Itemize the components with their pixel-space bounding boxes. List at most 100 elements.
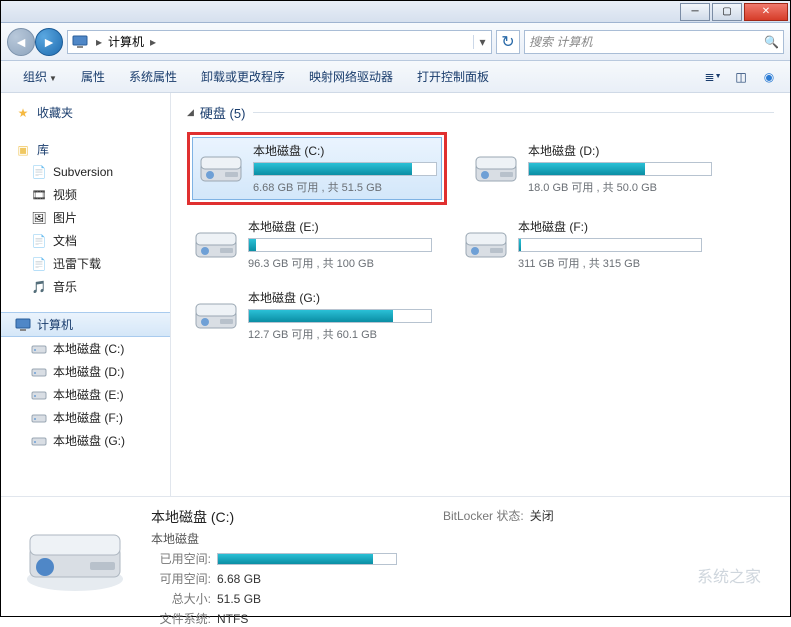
total-size-label: 总大小: — [151, 590, 211, 607]
sidebar-libraries[interactable]: ▣ 库 — [1, 138, 170, 161]
drive-stat: 6.68 GB 可用 , 共 51.5 GB — [253, 179, 437, 195]
drive-icon — [197, 149, 245, 189]
computer-icon — [70, 32, 90, 52]
drive-item[interactable]: 本地磁盘 (G:)12.7 GB 可用 , 共 60.1 GB — [187, 284, 437, 347]
sidebar-drive-item[interactable]: 本地磁盘 (E:) — [1, 383, 170, 406]
collapse-icon: ◢ — [187, 107, 194, 118]
drive-item[interactable]: 本地磁盘 (C:)6.68 GB 可用 , 共 51.5 GB — [192, 137, 442, 200]
sidebar-library-item[interactable]: 📄 Subversion — [1, 161, 170, 183]
details-title: 本地磁盘 (C:) — [151, 507, 397, 527]
computer-icon — [15, 317, 31, 333]
sidebar-library-item[interactable]: 📄 迅雷下载 — [1, 252, 170, 275]
sidebar-drive-item[interactable]: 本地磁盘 (D:) — [1, 360, 170, 383]
drive-grid: 本地磁盘 (C:)6.68 GB 可用 , 共 51.5 GB 本地磁盘 (D:)… — [187, 132, 774, 347]
maximize-button[interactable]: ▢ — [712, 3, 742, 21]
library-item-label: Subversion — [53, 165, 113, 179]
sidebar-drive-label: 本地磁盘 (E:) — [53, 386, 124, 403]
disk-icon — [31, 341, 47, 357]
disk-icon — [31, 387, 47, 403]
drive-usage-bar — [248, 238, 432, 252]
sidebar-drive-label: 本地磁盘 (D:) — [53, 363, 124, 380]
drive-usage-bar — [253, 162, 437, 176]
disk-icon — [31, 364, 47, 380]
bitlocker-value: 关闭 — [530, 507, 554, 524]
details-subtitle: 本地磁盘 — [151, 530, 397, 547]
breadcrumb[interactable]: ▸ 计算机 ▸ ▾ — [67, 30, 492, 54]
bitlocker-label: BitLocker 状态: — [443, 507, 524, 524]
preview-pane-icon[interactable]: ◫ — [730, 67, 752, 87]
total-size-value: 51.5 GB — [217, 592, 261, 606]
search-icon: 🔍 — [764, 35, 779, 49]
group-label: 硬盘 (5) — [200, 103, 246, 122]
drive-body: 本地磁盘 (G:)12.7 GB 可用 , 共 60.1 GB — [248, 289, 432, 342]
crumb-dropdown-icon[interactable]: ▾ — [473, 35, 491, 49]
uninstall-button[interactable]: 卸载或更改程序 — [189, 64, 297, 89]
titlebar: ─ ▢ ✕ — [1, 1, 790, 23]
library-item-icon: 📄 — [31, 164, 47, 180]
drive-item[interactable]: 本地磁盘 (F:)311 GB 可用 , 共 315 GB — [457, 213, 707, 276]
filesystem-value: NTFS — [217, 612, 248, 626]
map-drive-button[interactable]: 映射网络驱动器 — [297, 64, 405, 89]
details-info: 本地磁盘 (C:) 本地磁盘 已用空间: 可用空间: 6.68 GB 总大小: … — [151, 507, 397, 606]
library-item-icon: 📄 — [31, 256, 47, 272]
help-icon[interactable]: ◉ — [758, 67, 780, 87]
navbar: ◄ ► ▸ 计算机 ▸ ▾ ↻ 搜索 计算机 🔍 — [1, 23, 790, 61]
crumb-sep-icon: ▸ — [146, 35, 160, 49]
group-header[interactable]: ◢ 硬盘 (5) — [187, 103, 774, 122]
drive-usage-bar — [248, 309, 432, 323]
sidebar-drive-item[interactable]: 本地磁盘 (G:) — [1, 429, 170, 452]
sidebar-favorites[interactable]: ★ 收藏夹 — [1, 101, 170, 124]
details-drive-icon — [15, 507, 135, 606]
details-pane: 本地磁盘 (C:) 本地磁盘 已用空间: 可用空间: 6.68 GB 总大小: … — [1, 496, 790, 616]
refresh-button[interactable]: ↻ — [496, 30, 520, 54]
search-input[interactable]: 搜索 计算机 🔍 — [524, 30, 784, 54]
properties-button[interactable]: 属性 — [69, 64, 117, 89]
drive-item[interactable]: 本地磁盘 (D:)18.0 GB 可用 , 共 50.0 GB — [467, 132, 717, 205]
organize-menu[interactable]: 组织▼ — [11, 64, 69, 89]
forward-button[interactable]: ► — [35, 28, 63, 56]
crumb-computer[interactable]: 计算机 — [106, 33, 146, 50]
library-item-icon: 🎵 — [31, 279, 47, 295]
drive-stat: 311 GB 可用 , 共 315 GB — [518, 255, 702, 271]
content-pane: ◢ 硬盘 (5) 本地磁盘 (C:)6.68 GB 可用 , 共 51.5 GB… — [171, 93, 790, 496]
library-item-label: 迅雷下载 — [53, 255, 101, 272]
drive-item[interactable]: 本地磁盘 (E:)96.3 GB 可用 , 共 100 GB — [187, 213, 437, 276]
drive-stat: 12.7 GB 可用 , 共 60.1 GB — [248, 326, 432, 342]
library-item-icon: 🎞 — [31, 187, 47, 203]
minimize-button[interactable]: ─ — [680, 3, 710, 21]
sidebar-computer-group: 计算机 本地磁盘 (C:) 本地磁盘 (D:) 本地磁盘 (E:) 本地磁盘 (F:)… — [1, 312, 170, 452]
used-space-label: 已用空间: — [151, 550, 211, 567]
sidebar-drive-item[interactable]: 本地磁盘 (C:) — [1, 337, 170, 360]
sidebar-computer[interactable]: 计算机 — [1, 312, 170, 337]
drive-icon — [462, 225, 510, 265]
close-button[interactable]: ✕ — [744, 3, 788, 21]
system-properties-button[interactable]: 系统属性 — [117, 64, 189, 89]
drive-icon — [192, 225, 240, 265]
sidebar-drive-item[interactable]: 本地磁盘 (F:) — [1, 406, 170, 429]
sidebar-drive-label: 本地磁盘 (F:) — [53, 409, 123, 426]
libraries-icon: ▣ — [15, 142, 31, 158]
back-button[interactable]: ◄ — [7, 28, 35, 56]
control-panel-button[interactable]: 打开控制面板 — [405, 64, 501, 89]
sidebar-drive-label: 本地磁盘 (G:) — [53, 432, 125, 449]
sidebar-library-item[interactable]: 🎞视频 — [1, 183, 170, 206]
library-item-label: 图片 — [53, 209, 77, 226]
view-options-icon[interactable]: ≣▼ — [702, 67, 724, 87]
sidebar-library-item[interactable]: 📄文档 — [1, 229, 170, 252]
sidebar-favorites-label: 收藏夹 — [37, 104, 73, 121]
drive-icon — [472, 149, 520, 189]
sidebar-libraries-label: 库 — [37, 141, 49, 158]
library-item-label: 文档 — [53, 232, 77, 249]
drive-body: 本地磁盘 (C:)6.68 GB 可用 , 共 51.5 GB — [253, 142, 437, 195]
filesystem-label: 文件系统: — [151, 610, 211, 627]
explorer-window: ─ ▢ ✕ ◄ ► ▸ 计算机 ▸ ▾ ↻ 搜索 计算机 🔍 组织▼ 属性 系统… — [0, 0, 791, 617]
sidebar-library-item[interactable]: 🖼 图片 — [1, 206, 170, 229]
library-item-icon: 🖼 — [31, 210, 47, 226]
main-area: ★ 收藏夹 ▣ 库 📄 Subversion 🎞视频 🖼 图片 📄文档 📄 迅雷下载 🎵音乐 计… — [1, 93, 790, 496]
drive-body: 本地磁盘 (F:)311 GB 可用 , 共 315 GB — [518, 218, 702, 271]
sidebar-computer-label: 计算机 — [37, 316, 73, 333]
drive-body: 本地磁盘 (D:)18.0 GB 可用 , 共 50.0 GB — [528, 142, 712, 195]
sidebar-favorites-group: ★ 收藏夹 — [1, 101, 170, 124]
sidebar: ★ 收藏夹 ▣ 库 📄 Subversion 🎞视频 🖼 图片 📄文档 📄 迅雷下载 🎵音乐 计… — [1, 93, 171, 496]
sidebar-library-item[interactable]: 🎵音乐 — [1, 275, 170, 298]
